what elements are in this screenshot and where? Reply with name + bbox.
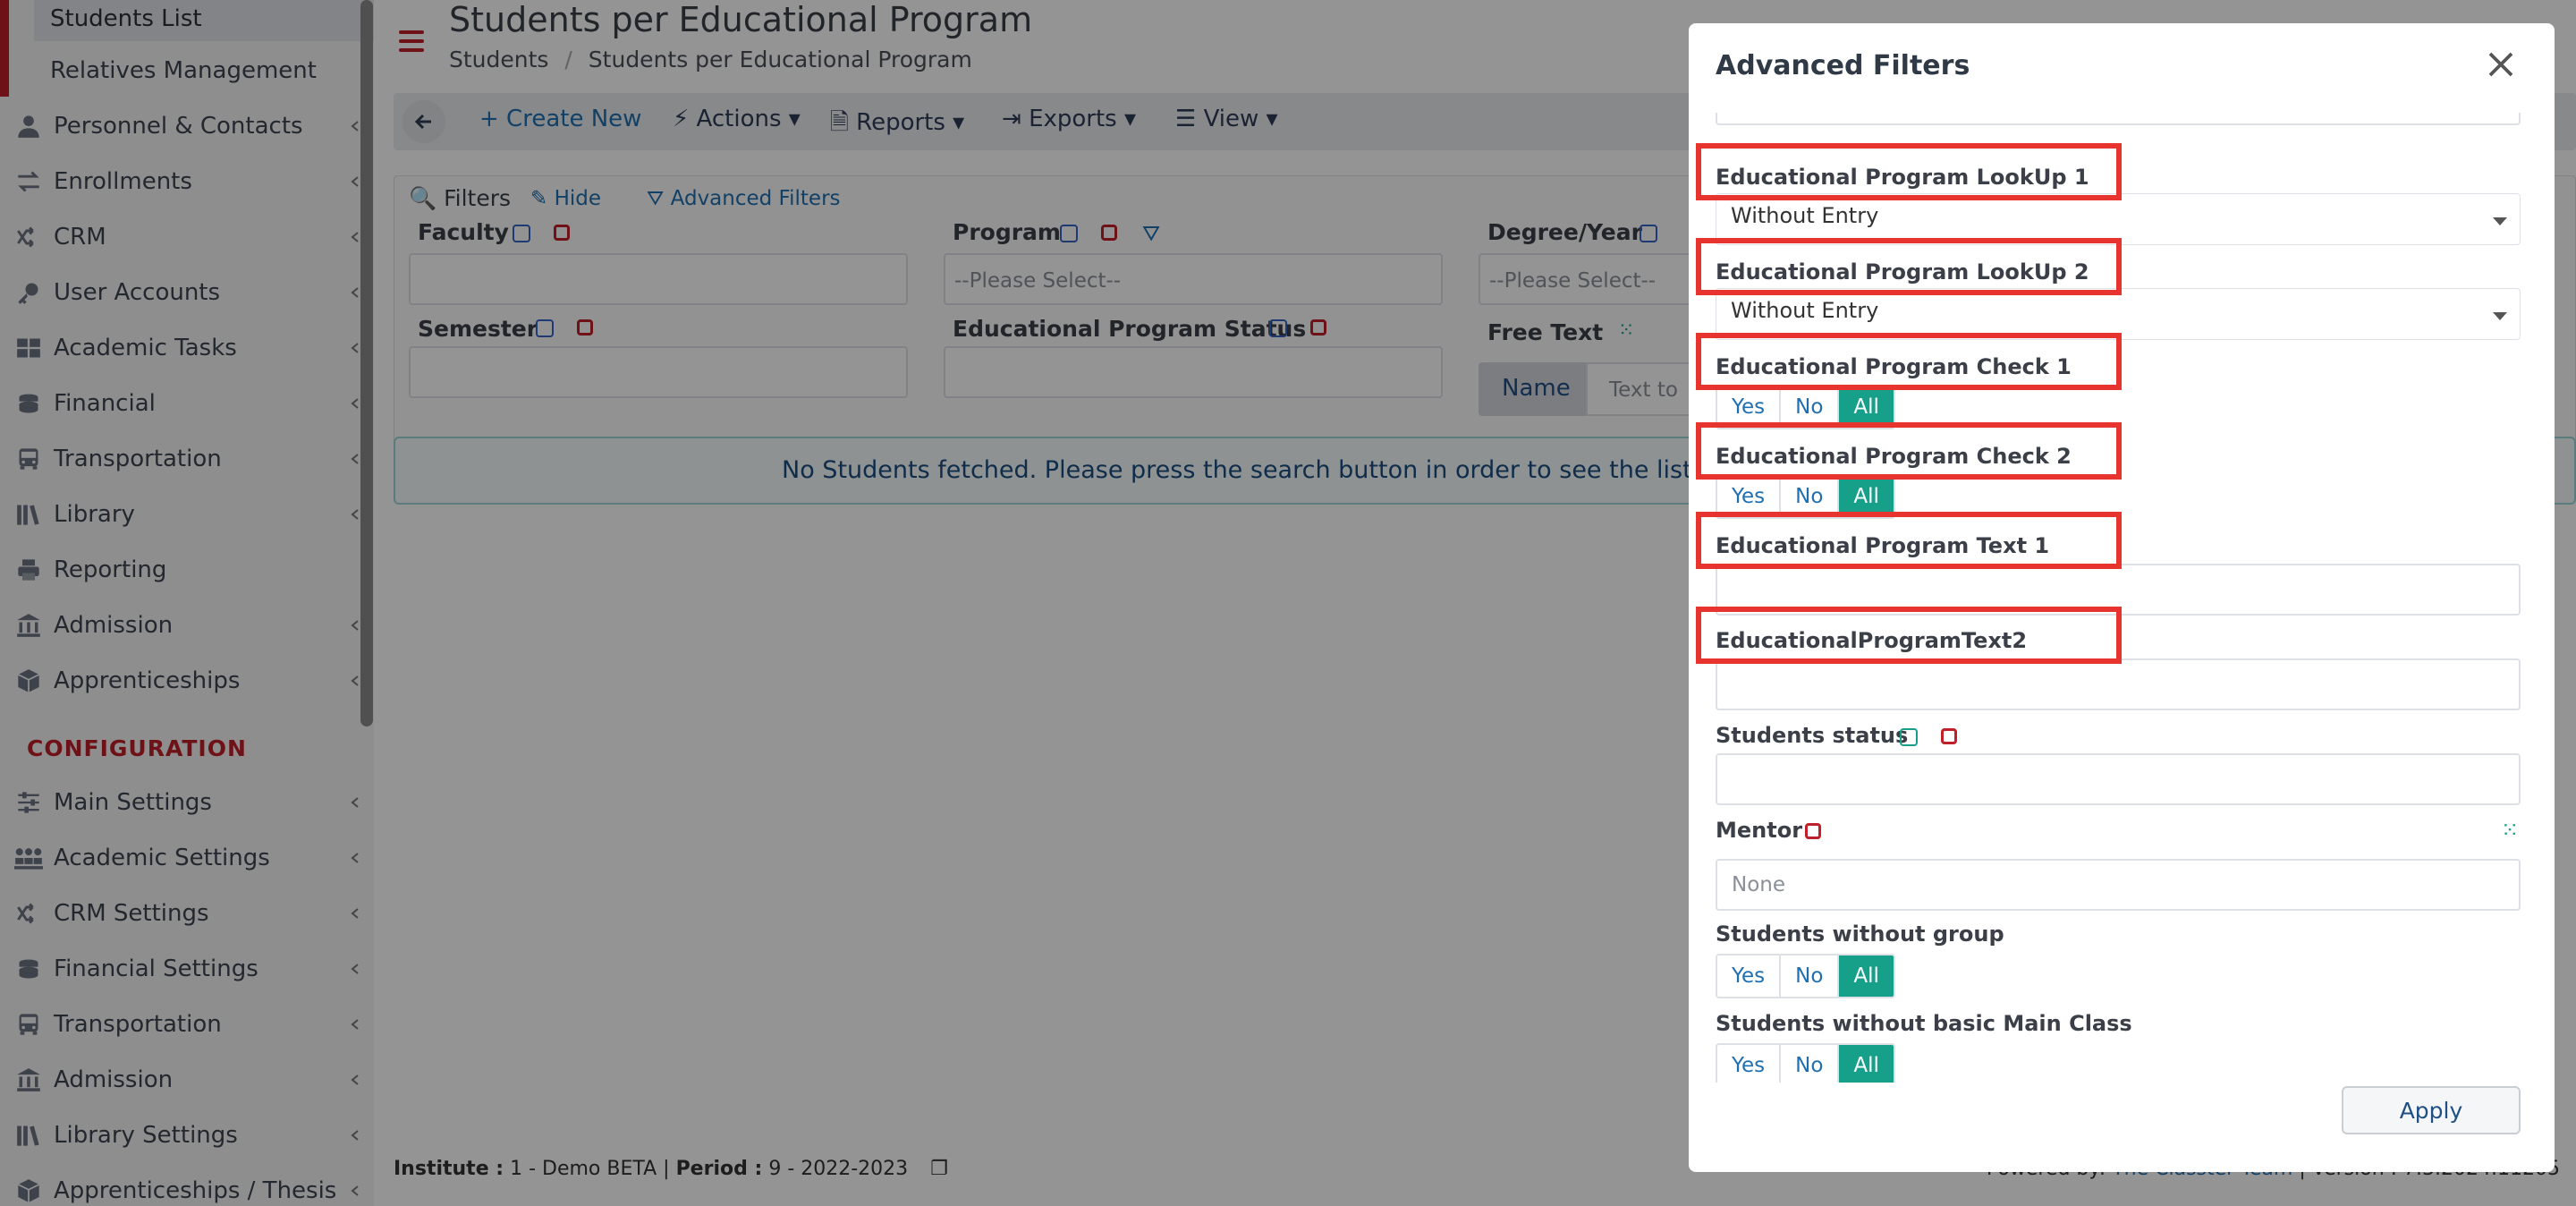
apply-button[interactable]: Apply xyxy=(2342,1086,2521,1134)
all-option[interactable]: All xyxy=(1839,1045,1894,1083)
mentor-select[interactable]: None xyxy=(1716,859,2521,911)
modal-title: Advanced Filters xyxy=(1716,50,1970,81)
previous-field-input[interactable] xyxy=(1716,113,2521,125)
without-group-label: Students without group xyxy=(1716,921,2004,947)
highlight-box xyxy=(1696,422,2122,480)
no-option[interactable]: No xyxy=(1781,955,1840,997)
mentor-label: Mentor xyxy=(1716,818,1803,843)
highlight-box xyxy=(1696,143,2122,200)
text2-input[interactable] xyxy=(1716,658,2521,710)
grid-select-icon[interactable]: ⁙ xyxy=(2501,818,2519,843)
modal-body: Educational Program LookUp 1 Without Ent… xyxy=(1689,113,2555,1083)
all-option[interactable]: All xyxy=(1839,955,1894,997)
students-status-select[interactable] xyxy=(1716,753,2521,805)
highlight-box xyxy=(1696,238,2122,295)
without-main-class-label: Students without basic Main Class xyxy=(1716,1011,2132,1036)
check-all-icon[interactable] xyxy=(1900,728,1918,746)
highlight-box xyxy=(1696,607,2122,664)
advanced-filters-modal: Advanced Filters Educational Program Loo… xyxy=(1689,23,2555,1172)
without-group-toggle: Yes No All xyxy=(1716,954,1895,998)
clear-selection-icon[interactable] xyxy=(1805,823,1821,839)
clear-selection-icon[interactable] xyxy=(1941,728,1957,744)
without-main-class-toggle: Yes No All xyxy=(1716,1043,1895,1083)
highlight-box xyxy=(1696,512,2122,569)
yes-option[interactable]: Yes xyxy=(1717,1045,1782,1083)
no-option[interactable]: No xyxy=(1781,1045,1840,1083)
yes-option[interactable]: Yes xyxy=(1717,955,1782,997)
lookup2-value: Without Entry xyxy=(1731,298,1879,323)
lookup1-value: Without Entry xyxy=(1731,203,1879,228)
close-icon[interactable] xyxy=(2485,48,2517,81)
chevron-down-icon xyxy=(2493,312,2507,320)
highlight-box xyxy=(1696,333,2122,390)
chevron-down-icon xyxy=(2493,217,2507,225)
students-status-label: Students status xyxy=(1716,723,1909,748)
